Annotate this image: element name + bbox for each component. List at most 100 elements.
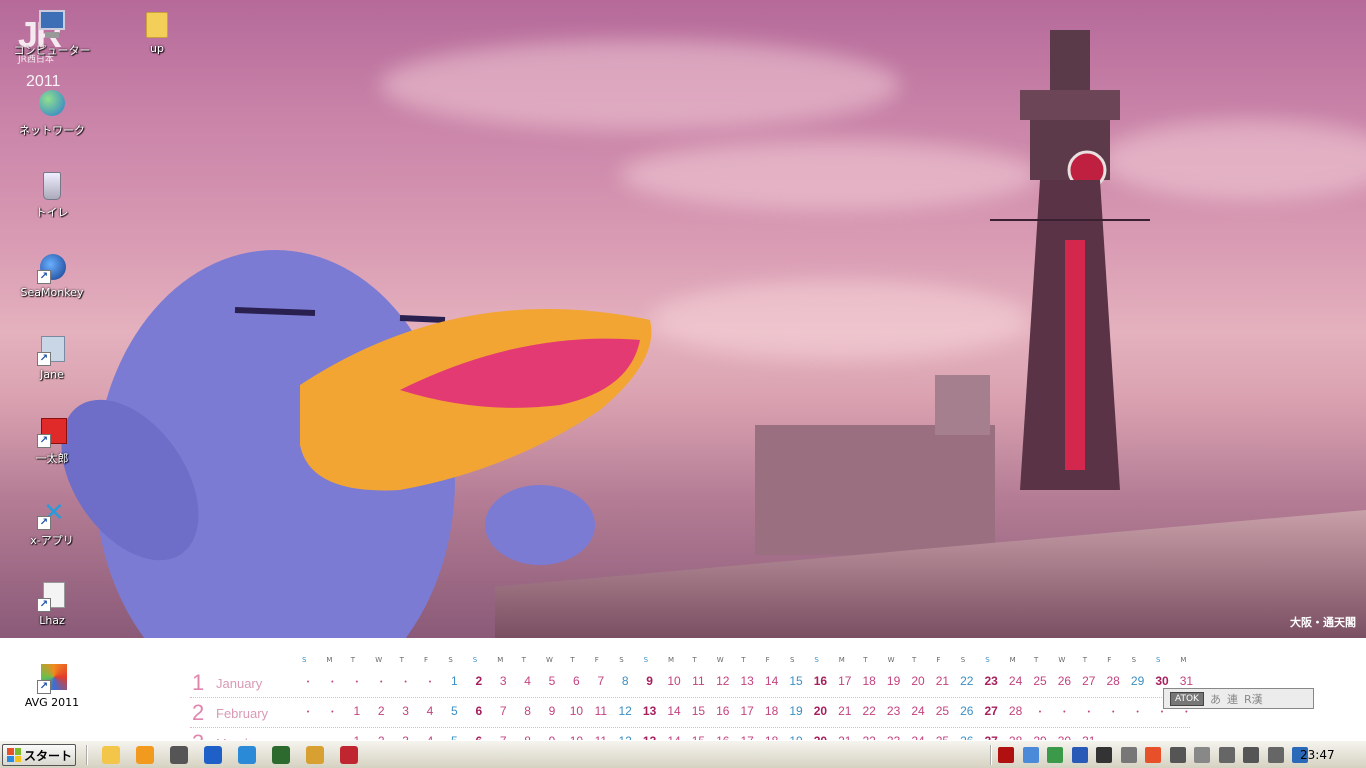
network-icon-2[interactable] bbox=[1243, 747, 1259, 763]
weekday-label: S bbox=[960, 656, 966, 664]
calendar-day: 15 bbox=[789, 674, 803, 688]
calendar-empty-day: • bbox=[306, 709, 310, 716]
usb-icon[interactable] bbox=[1218, 747, 1235, 763]
media-player-icon[interactable] bbox=[136, 746, 154, 764]
speaker-icon[interactable] bbox=[1267, 747, 1284, 763]
calendar-day: 19 bbox=[886, 674, 901, 688]
jane-icon: ↗ bbox=[35, 334, 69, 366]
calendar-day: 27 bbox=[1082, 674, 1096, 688]
network-icon bbox=[35, 88, 69, 120]
flag-icon[interactable] bbox=[1169, 747, 1186, 763]
calendar-day: 24 bbox=[911, 704, 925, 718]
weekday-label: M bbox=[838, 656, 845, 664]
calendar-empty-day: • bbox=[331, 709, 334, 716]
weekday-label: T bbox=[1034, 656, 1039, 664]
weekday-label: F bbox=[424, 656, 429, 664]
calendar-day: 8 bbox=[621, 674, 629, 688]
month-name: February bbox=[216, 706, 269, 721]
ime-ren[interactable]: 連 bbox=[1227, 691, 1238, 707]
calendar-day: 18 bbox=[764, 704, 779, 718]
weekday-label: S bbox=[448, 656, 453, 664]
weekday-label: M bbox=[326, 656, 333, 664]
calendar-day: 11 bbox=[594, 704, 608, 718]
update-icon[interactable] bbox=[1071, 747, 1088, 763]
volume-icon[interactable] bbox=[1194, 747, 1210, 763]
desktop-icon-seamonkey[interactable]: ↗ SeaMonkey bbox=[2, 252, 102, 299]
month-number: 1 bbox=[192, 670, 205, 695]
calendar-strip: SMTWTFSSMTWTFSSMTWTFSSMTWTFSSMTWTFSSM 1J… bbox=[0, 638, 1366, 740]
weekday-label: W bbox=[1058, 656, 1066, 664]
desktop-icon-network[interactable]: ネットワーク bbox=[2, 88, 102, 138]
tower-illustration bbox=[990, 30, 1150, 490]
weekday-label: F bbox=[594, 656, 599, 664]
weekday-label: M bbox=[497, 656, 504, 664]
ie-icon[interactable] bbox=[238, 746, 256, 764]
weekday-label: T bbox=[863, 656, 868, 664]
monitor-icon[interactable] bbox=[1096, 747, 1112, 763]
taskbar-separator bbox=[990, 745, 992, 765]
weekday-label: M bbox=[1180, 656, 1187, 664]
taskbar-separator bbox=[86, 745, 88, 765]
calendar-day: 5 bbox=[548, 674, 556, 688]
desktop-icon-ichitaro[interactable]: ↗ 一太郎 bbox=[2, 416, 102, 466]
calendar-day: 3 bbox=[499, 674, 507, 688]
ime-kanji[interactable]: R漢 bbox=[1244, 691, 1263, 707]
calendar-day: 9 bbox=[548, 704, 556, 718]
calendar-day: 15 bbox=[691, 704, 706, 718]
calendar-empty-day: • bbox=[1038, 709, 1042, 716]
network-status-icon[interactable] bbox=[1022, 747, 1039, 763]
calendar-day: 28 bbox=[1106, 674, 1120, 688]
ime-mode-label[interactable]: ATOK bbox=[1170, 691, 1204, 706]
calendar-empty-day: • bbox=[331, 679, 334, 686]
clock[interactable]: 23:47 bbox=[1300, 748, 1335, 762]
calendar-day: 14 bbox=[764, 674, 779, 688]
desktop-icon-jane[interactable]: ↗ Jane bbox=[2, 334, 102, 381]
tool-icon[interactable] bbox=[306, 746, 324, 764]
windows-icon[interactable] bbox=[1145, 747, 1161, 763]
calendar-day: 2 bbox=[475, 674, 483, 688]
train-icon[interactable] bbox=[340, 746, 358, 764]
avg-icon: ↗ bbox=[35, 662, 69, 694]
windows-logo-icon bbox=[7, 748, 21, 762]
desktop-icon-recycle-bin[interactable]: トイレ bbox=[2, 170, 102, 220]
calendar-day: 14 bbox=[667, 704, 681, 718]
keyboard-icon[interactable] bbox=[272, 746, 290, 764]
calendar-month-row: 3March••12345678910111213141516171819202… bbox=[190, 730, 1190, 740]
explorer-icon[interactable] bbox=[102, 746, 120, 764]
calendar-day: 23 bbox=[984, 674, 998, 688]
calendar-day: 16 bbox=[716, 704, 730, 718]
calendar-empty-day: • bbox=[404, 679, 407, 686]
movie-maker-icon[interactable] bbox=[170, 746, 188, 764]
ime-toolbar[interactable]: ATOK あ 連 R漢 bbox=[1163, 688, 1314, 709]
month-number: 2 bbox=[192, 700, 205, 725]
wallpaper-caption: 大阪・通天閣 bbox=[1290, 616, 1356, 629]
calendar-day: 25 bbox=[1033, 674, 1047, 688]
security-icon[interactable] bbox=[1047, 747, 1063, 763]
calendar-day: 23 bbox=[886, 704, 901, 718]
calendar-day: 19 bbox=[789, 704, 803, 718]
calendar-day: 6 bbox=[573, 674, 580, 688]
desktop-icon-x-app[interactable]: ✕ ↗ x-アプリ bbox=[2, 498, 102, 548]
acrobat-icon[interactable] bbox=[998, 747, 1014, 763]
weekday-label: S bbox=[985, 656, 990, 664]
desktop-icon-computer[interactable]: コンピューター bbox=[2, 8, 102, 58]
calendar-day: 22 bbox=[862, 704, 876, 718]
desktop-icon-lhaz[interactable]: ↗ Lhaz bbox=[2, 580, 102, 627]
building-illustration bbox=[755, 425, 995, 555]
recycle-bin-icon bbox=[35, 170, 69, 202]
calendar-day: 22 bbox=[960, 674, 974, 688]
weekday-label: W bbox=[546, 656, 553, 664]
seamonkey-icon: ↗ bbox=[35, 252, 69, 284]
desktop-icon-avg[interactable]: ↗ AVG 2011 bbox=[2, 662, 102, 709]
ime-hiragana[interactable]: あ bbox=[1210, 691, 1221, 707]
search-icon[interactable] bbox=[1120, 747, 1137, 763]
start-button[interactable]: スタート bbox=[2, 744, 76, 766]
desktop-wallpaper: JR JR西日本 2011 大阪・通天閣 bbox=[0, 0, 1366, 638]
calendar-day: 4 bbox=[426, 704, 434, 718]
seamonkey-icon[interactable] bbox=[204, 746, 222, 764]
desktop-icon-up-folder[interactable]: up bbox=[107, 8, 207, 55]
calendar-empty-day: • bbox=[1111, 709, 1115, 716]
weekday-label: M bbox=[668, 656, 675, 664]
calendar-day: 29 bbox=[1130, 674, 1145, 688]
calendar-day: 4 bbox=[524, 674, 531, 688]
